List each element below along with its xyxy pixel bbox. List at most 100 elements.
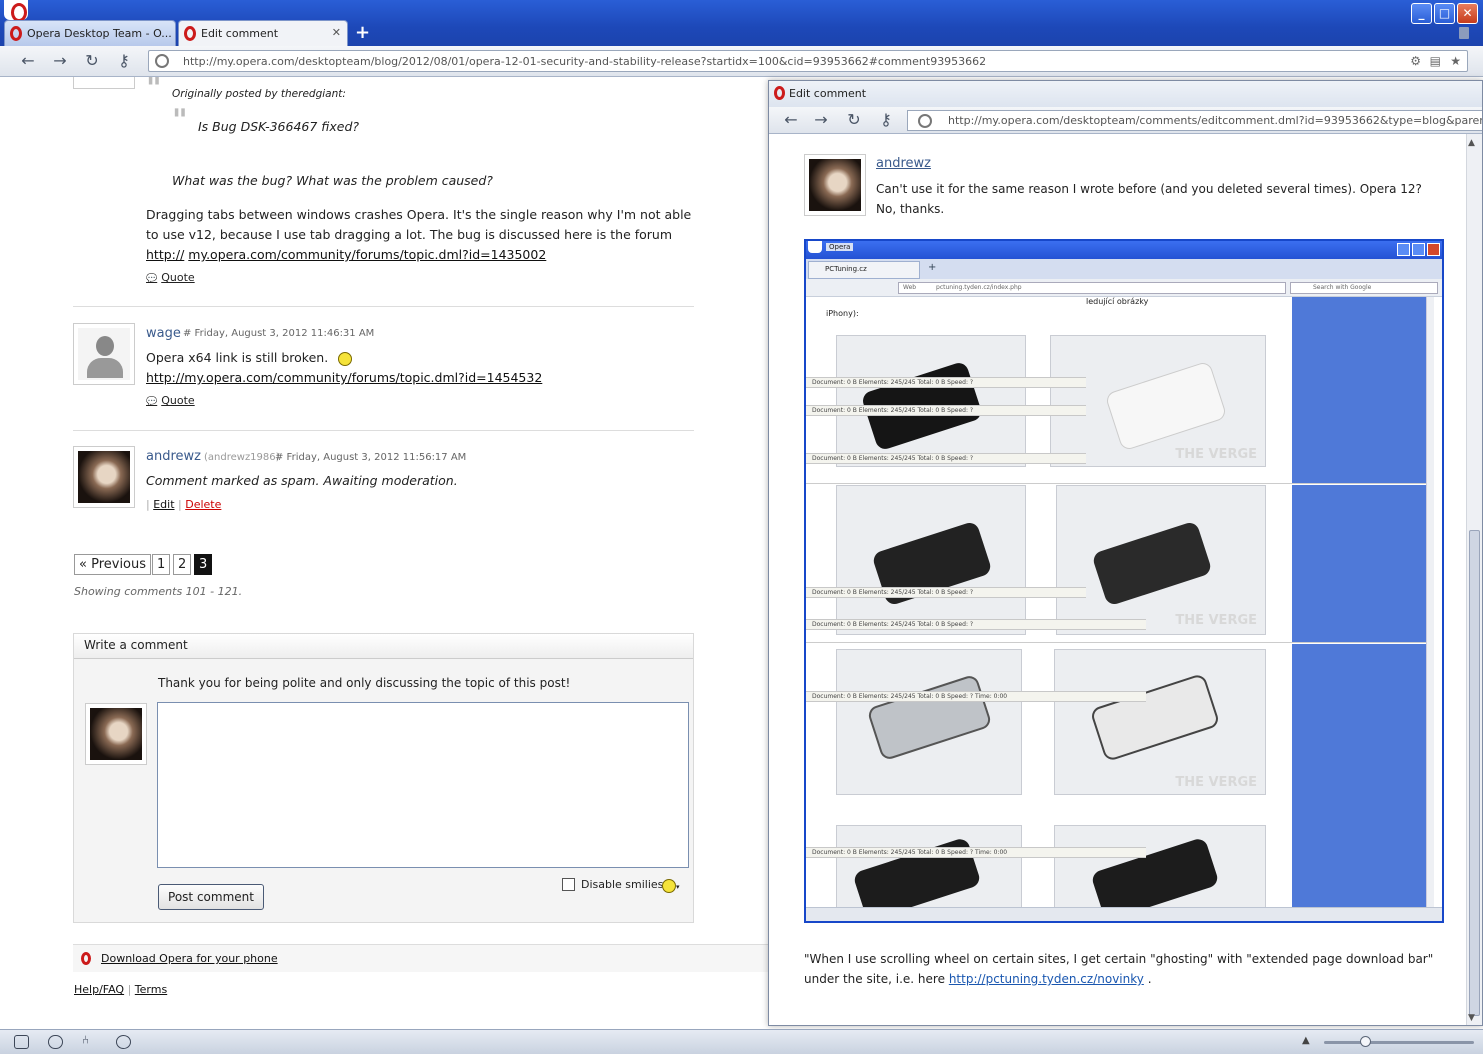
avatar bbox=[85, 703, 147, 765]
screenshot-toolbar: Web pctuning.tyden.cz/index.php Search w… bbox=[806, 279, 1442, 297]
help-link[interactable]: Help/FAQ bbox=[74, 983, 124, 996]
comment-author[interactable]: wage bbox=[146, 326, 181, 341]
comment-link[interactable]: http://my.opera.com/community/forums/top… bbox=[146, 368, 542, 388]
edit-link[interactable]: Edit bbox=[153, 498, 174, 511]
avatar[interactable] bbox=[73, 323, 135, 385]
address-bar[interactable]: http://my.opera.com/desktopteam/blog/201… bbox=[148, 50, 1468, 72]
opera-menu-icon[interactable] bbox=[4, 0, 28, 22]
screenshot-text: iPhony): bbox=[826, 309, 859, 318]
reload-icon[interactable]: ↻ bbox=[82, 51, 102, 71]
edit-address-text: http://my.opera.com/desktopteam/comments… bbox=[948, 114, 1482, 127]
close-icon bbox=[1427, 243, 1440, 256]
user-photo bbox=[78, 451, 130, 503]
divider bbox=[73, 430, 694, 431]
comment-meta: # Friday, August 3, 2012 11:46:31 AM bbox=[183, 328, 375, 339]
comment-actions: | Edit | Delete bbox=[146, 498, 222, 511]
quote-link[interactable]: Quote bbox=[146, 394, 194, 407]
opera-icon bbox=[184, 26, 196, 41]
phone-photo: THE VERGE bbox=[1054, 649, 1266, 795]
key-icon[interactable]: ⚷ bbox=[876, 110, 896, 130]
turbo-icon[interactable] bbox=[116, 1035, 131, 1049]
opera-icon bbox=[10, 26, 22, 41]
user-photo bbox=[809, 159, 861, 211]
comment-author[interactable]: andrewz bbox=[146, 449, 201, 464]
comment-meta: # Friday, August 3, 2012 11:56:17 AM bbox=[275, 452, 467, 463]
comment-textarea[interactable] bbox=[157, 702, 689, 868]
smiley-picker-icon[interactable]: ▾ bbox=[662, 878, 680, 893]
new-tab-icon: + bbox=[928, 262, 937, 273]
scroll-thumb[interactable] bbox=[1469, 530, 1480, 1016]
pager-page-2[interactable]: 2 bbox=[173, 554, 192, 575]
address-text: http://my.opera.com/desktopteam/blog/201… bbox=[183, 55, 987, 68]
screenshot-text: ledující obrázky bbox=[1086, 297, 1149, 306]
navigation-toolbar: ← → ↻ ⚷ http://my.opera.com/desktopteam/… bbox=[0, 46, 1483, 77]
ghost-status-bar: Document: 0 B Elements: 245/245 Total: 0… bbox=[806, 587, 1086, 598]
footer-links: Help/FAQ | Terms bbox=[74, 983, 168, 996]
phone-photo: THE VERGE bbox=[1050, 335, 1266, 467]
comment-text: Opera x64 link is still broken. bbox=[146, 348, 353, 368]
forward-icon[interactable]: → bbox=[50, 51, 70, 71]
scroll-up-icon[interactable]: ▲ bbox=[1468, 138, 1475, 148]
scroll-down-icon[interactable]: ▼ bbox=[1468, 1013, 1475, 1023]
edit-bottom-text: "When I use scrolling wheel on certain s… bbox=[804, 949, 1434, 989]
trash-icon[interactable] bbox=[1459, 27, 1469, 39]
zoom-slider[interactable] bbox=[1324, 1036, 1474, 1047]
edit-window-address[interactable]: http://my.opera.com/desktopteam/comments… bbox=[907, 110, 1482, 131]
edit-window-titlebar: Edit comment bbox=[769, 81, 1482, 107]
phone-photo bbox=[836, 825, 1022, 921]
phone-photo bbox=[836, 649, 1022, 795]
forward-icon[interactable]: → bbox=[811, 110, 831, 130]
minimize-button[interactable]: _ bbox=[1411, 3, 1432, 24]
comment-handle: (andrewz1986) bbox=[204, 452, 280, 463]
avatar[interactable] bbox=[73, 446, 135, 508]
disable-smilies-checkbox[interactable] bbox=[562, 878, 575, 891]
avatar bbox=[73, 77, 135, 89]
edit-author[interactable]: andrewz bbox=[876, 156, 931, 171]
edit-window-toolbar: ← → ↻ ⚷ http://my.opera.com/desktopteam/… bbox=[769, 107, 1482, 134]
forum-link[interactable]: http:// bbox=[146, 247, 184, 262]
post-comment-button[interactable]: Post comment bbox=[158, 884, 264, 910]
quote-link[interactable]: Quote bbox=[146, 271, 194, 284]
delete-link[interactable]: Delete bbox=[185, 498, 221, 511]
embedded-screenshot: Opera PCTuning.cz + Web pctuning.tyden.c… bbox=[804, 239, 1444, 923]
ghost-status-bar: Document: 0 B Elements: 245/245 Total: 0… bbox=[806, 691, 1146, 702]
edit-window-scrollbar[interactable]: ▲ ▼ bbox=[1466, 134, 1482, 1025]
forum-link-rest[interactable]: my.opera.com/community/forums/topic.dml?… bbox=[188, 247, 546, 262]
pager-page-3: 3 bbox=[194, 554, 213, 575]
close-window-button[interactable]: ✕ bbox=[1457, 3, 1478, 24]
ghost-line bbox=[806, 642, 1432, 644]
back-icon[interactable]: ← bbox=[781, 110, 801, 130]
opera-icon bbox=[808, 241, 822, 253]
settings-gear-icon[interactable]: ⚙ bbox=[1410, 54, 1421, 68]
download-opera-link[interactable]: Download Opera for your phone bbox=[101, 952, 278, 965]
rss-icon[interactable]: ▤ bbox=[1430, 54, 1441, 68]
zoom-slider-handle[interactable] bbox=[1360, 1036, 1371, 1047]
phone-photo bbox=[1054, 825, 1266, 921]
screenshot-tabs: PCTuning.cz + bbox=[806, 259, 1442, 279]
avatar[interactable] bbox=[804, 154, 866, 216]
blue-sidebar bbox=[1292, 297, 1432, 911]
zoom-menu-icon[interactable]: ▲ bbox=[1302, 1035, 1310, 1046]
panel-toggle-icon[interactable] bbox=[14, 1035, 29, 1049]
key-icon[interactable]: ⚷ bbox=[114, 51, 134, 71]
phone-image bbox=[1091, 520, 1213, 607]
default-user-icon bbox=[78, 328, 130, 380]
reply-text: Dragging tabs between windows crashes Op… bbox=[146, 205, 696, 265]
maximize-button[interactable]: □ bbox=[1434, 3, 1455, 24]
pager-previous-button[interactable]: « Previous bbox=[74, 554, 152, 575]
screenshot-window-title: Opera bbox=[826, 243, 854, 251]
screenshot-titlebar: Opera bbox=[806, 241, 1442, 259]
reload-icon[interactable]: ↻ bbox=[844, 110, 864, 130]
pager-page-1[interactable]: 1 bbox=[152, 554, 171, 575]
comment-text: Comment marked as spam. Awaiting moderat… bbox=[146, 473, 458, 488]
new-tab-button[interactable]: + bbox=[355, 22, 370, 43]
pctuning-link[interactable]: http://pctuning.tyden.cz/novinky bbox=[949, 972, 1144, 986]
opera-unite-icon[interactable] bbox=[48, 1035, 63, 1049]
terms-link[interactable]: Terms bbox=[135, 983, 167, 996]
tab-close-icon[interactable]: ✕ bbox=[332, 26, 341, 39]
tab-edit-comment[interactable]: Edit comment ✕ bbox=[178, 20, 348, 46]
bookmark-star-icon[interactable]: ★ bbox=[1450, 54, 1461, 68]
tab-opera-desktop-team[interactable]: Opera Desktop Team - O... bbox=[4, 20, 176, 46]
back-icon[interactable]: ← bbox=[18, 51, 38, 71]
opera-link-icon[interactable]: ⑃ bbox=[82, 1033, 97, 1047]
